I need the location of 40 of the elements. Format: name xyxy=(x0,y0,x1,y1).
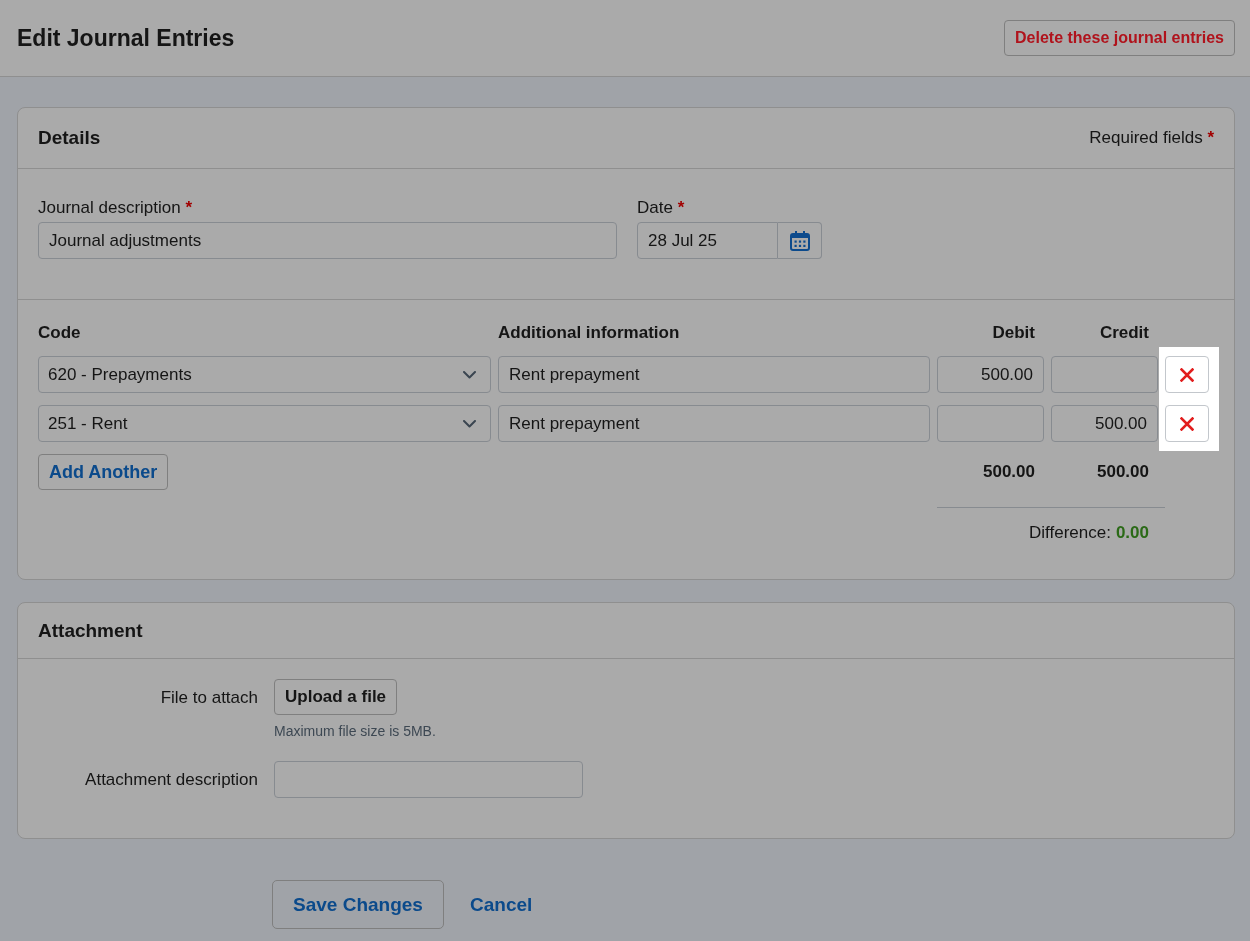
save-changes-button[interactable]: Save Changes xyxy=(272,880,444,929)
add-line-button[interactable]: Add Another xyxy=(38,454,169,490)
remove-row-button[interactable] xyxy=(1165,356,1209,393)
difference-label: Difference: xyxy=(1029,522,1111,544)
calendar-icon xyxy=(788,229,811,252)
chevron-down-icon xyxy=(463,419,476,428)
page-title: Edit Journal Entries xyxy=(17,24,235,52)
credit-input[interactable] xyxy=(1051,356,1158,393)
section-title: Details xyxy=(38,127,101,149)
field-label: Journal description * xyxy=(38,198,193,218)
line-description-input[interactable]: Rent prepayment xyxy=(498,405,930,442)
date-input[interactable]: 28 Jul 25 xyxy=(637,222,778,259)
close-icon xyxy=(1180,367,1194,382)
field-label: Date * xyxy=(637,198,685,218)
column-header: Additional information xyxy=(498,322,680,344)
debit-total: 500.00 xyxy=(983,462,1035,482)
column-header: Credit xyxy=(1099,322,1149,344)
debit-input[interactable]: 500.00 xyxy=(937,356,1044,393)
debit-input[interactable] xyxy=(937,405,1044,442)
account-select[interactable]: 251 - Rent xyxy=(38,405,491,442)
remove-row-button[interactable] xyxy=(1165,405,1209,442)
field-label: Attachment description xyxy=(85,769,258,791)
chevron-down-icon xyxy=(463,370,476,379)
column-header: Code xyxy=(38,322,81,344)
file-size-hint: Maximum file size is 5MB. xyxy=(274,723,436,740)
cancel-link[interactable]: Cancel xyxy=(470,893,533,916)
credit-total: 500.00 xyxy=(1097,462,1149,482)
attachment-description-input[interactable] xyxy=(274,761,583,798)
credit-input[interactable]: 500.00 xyxy=(1051,405,1158,442)
account-select[interactable]: 620 - Prepayments xyxy=(38,356,491,393)
difference-value: 0.00 xyxy=(1115,522,1149,544)
column-header: Debit xyxy=(992,322,1035,344)
field-label: File to attach xyxy=(160,687,258,709)
upload-file-button[interactable]: Upload a file xyxy=(274,679,398,715)
line-description-input[interactable]: Rent prepayment xyxy=(498,356,930,393)
close-icon xyxy=(1180,416,1194,431)
section-title: Attachment xyxy=(38,619,143,642)
description-input[interactable]: Journal adjustments xyxy=(38,222,617,259)
required-fields-note: Required fields * xyxy=(1089,128,1214,148)
date-picker-button[interactable] xyxy=(778,222,822,259)
